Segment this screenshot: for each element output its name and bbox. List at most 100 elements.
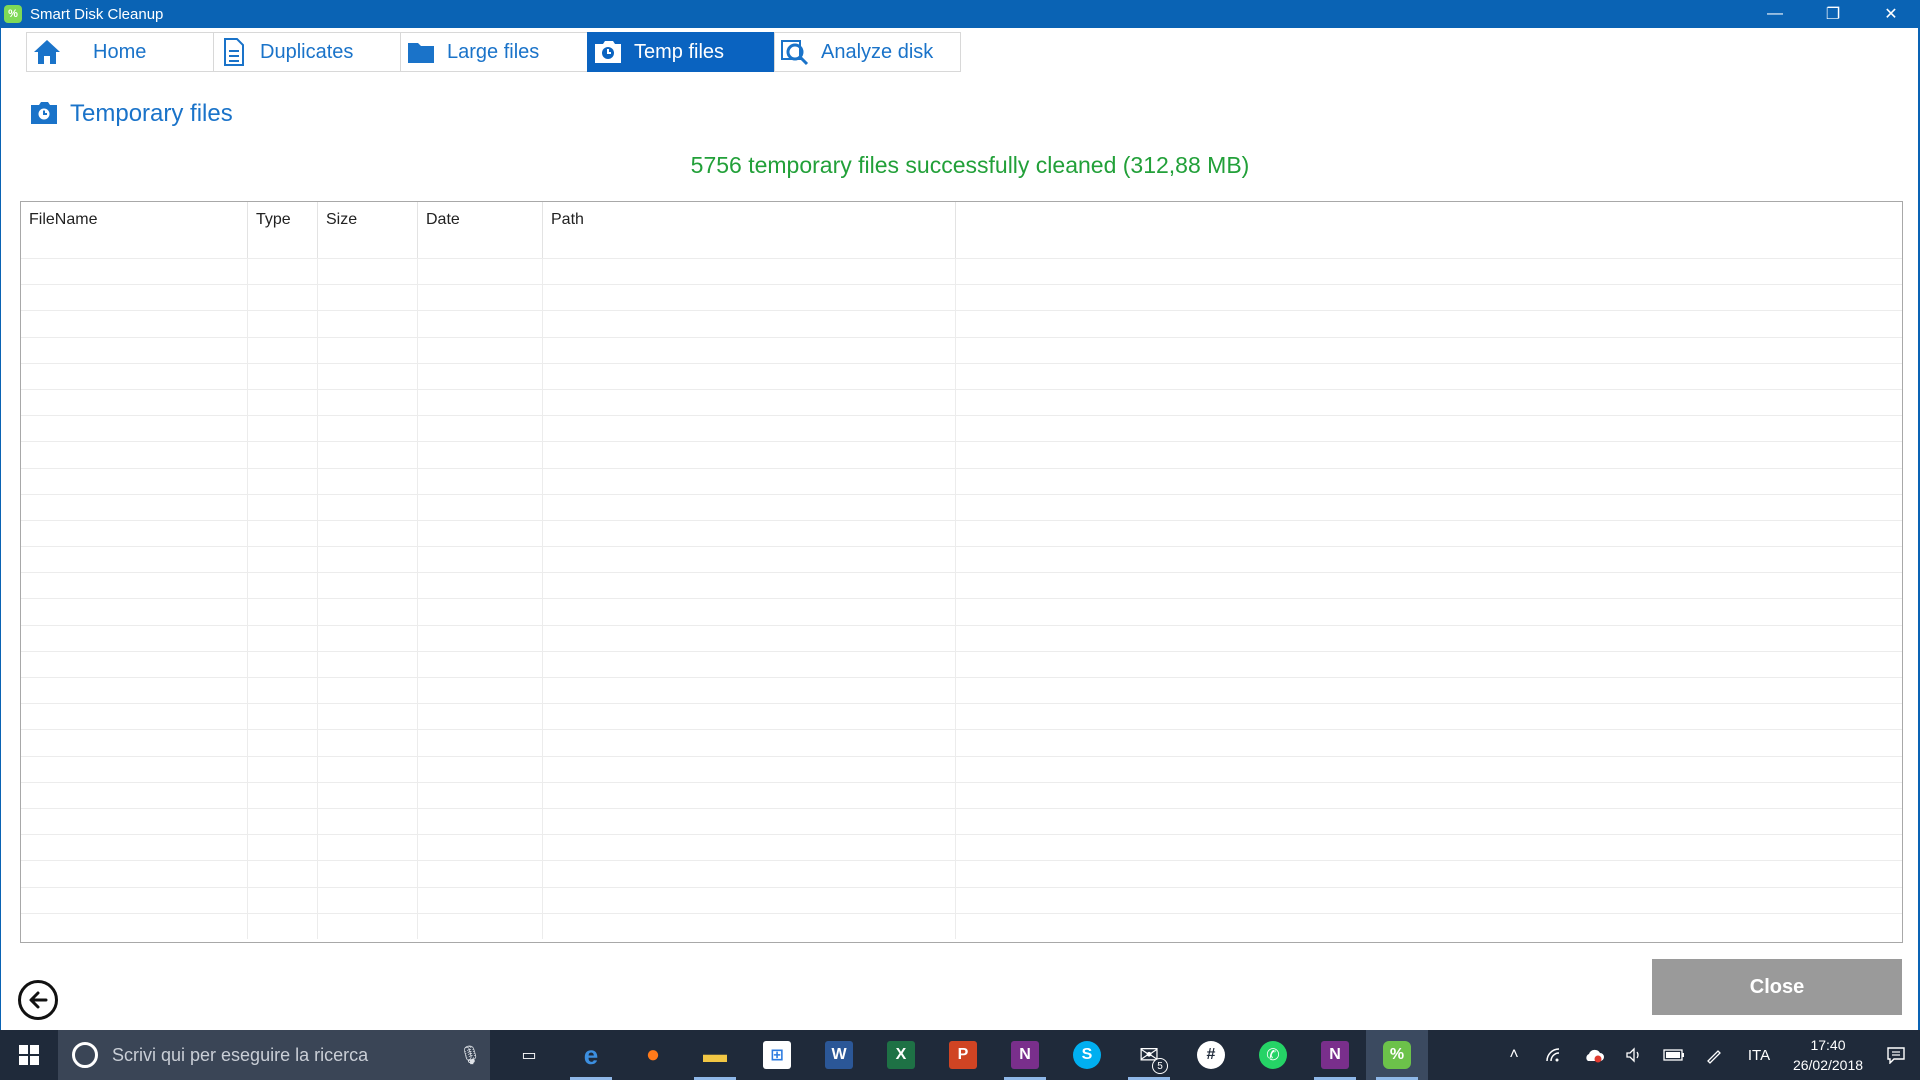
task-view-icon: ▭ <box>521 1047 537 1064</box>
app-icon: % <box>4 5 22 23</box>
table-cell <box>543 599 956 625</box>
table-cell <box>248 704 318 730</box>
smart-disk-cleanup-icon: % <box>1383 1041 1411 1069</box>
taskbar-app-firefox[interactable]: ● <box>622 1030 684 1080</box>
column-header-filename[interactable]: FileName <box>21 202 248 258</box>
table-cell <box>318 547 418 573</box>
table-cell <box>21 704 248 730</box>
table-cell <box>418 416 543 442</box>
table-cell <box>318 756 418 782</box>
table-cell <box>956 783 1902 808</box>
taskbar-app-powerpoint[interactable]: P <box>932 1030 994 1080</box>
show-hidden-icons-chevron-icon[interactable]: ˄ <box>1494 1030 1534 1080</box>
table-cell <box>543 808 956 835</box>
table-cell <box>248 651 318 677</box>
volume-icon[interactable] <box>1614 1030 1654 1080</box>
slack-icon: # <box>1197 1041 1225 1069</box>
tab-home[interactable]: Home <box>26 32 213 72</box>
table-cell <box>248 416 318 442</box>
table-cell <box>543 625 956 651</box>
cloud-sync-icon[interactable] <box>1574 1030 1614 1080</box>
table-cell <box>21 337 248 363</box>
task-view-button[interactable]: ▭ <box>498 1030 560 1080</box>
table-row <box>21 886 1902 913</box>
microphone-icon[interactable]: 🎙 <box>450 1045 490 1066</box>
taskbar-app-skype[interactable]: S <box>1056 1030 1118 1080</box>
taskbar-app-whatsapp[interactable]: ✆ <box>1242 1030 1304 1080</box>
tab-temp-files[interactable]: Temp files <box>587 32 774 72</box>
back-button[interactable] <box>18 980 58 1020</box>
table-cell <box>543 547 956 573</box>
table-cell <box>318 416 418 442</box>
taskbar-app-mail[interactable]: ✉ 5 <box>1118 1030 1180 1080</box>
wifi-icon[interactable] <box>1534 1030 1574 1080</box>
column-header-size[interactable]: Size <box>318 202 418 258</box>
column-header-type[interactable]: Type <box>248 202 318 258</box>
action-center-button[interactable] <box>1872 1030 1920 1080</box>
table-cell <box>318 389 418 416</box>
table-body <box>21 258 1902 939</box>
table-cell <box>418 599 543 625</box>
table-cell <box>248 311 318 337</box>
table-cell <box>956 704 1902 729</box>
store-icon: ⊞ <box>763 1041 791 1069</box>
battery-icon[interactable] <box>1654 1030 1694 1080</box>
column-header-date[interactable]: Date <box>418 202 543 258</box>
table-cell <box>543 835 956 861</box>
pen-icon[interactable] <box>1694 1030 1734 1080</box>
table-cell <box>248 468 318 494</box>
table-cell <box>418 337 543 363</box>
table-row <box>21 441 1902 468</box>
table-cell <box>248 363 318 389</box>
taskbar-app-excel[interactable]: X <box>870 1030 932 1080</box>
table-cell <box>418 835 543 861</box>
table-cell <box>418 651 543 677</box>
taskbar-app-edge[interactable]: e <box>560 1030 622 1080</box>
onenote-icon: N <box>1011 1041 1039 1069</box>
restore-button[interactable]: ❐ <box>1804 0 1862 28</box>
column-header-path[interactable]: Path <box>543 202 956 258</box>
table-cell <box>21 442 248 468</box>
table-cell <box>418 468 543 494</box>
table-row <box>21 781 1902 808</box>
table-cell <box>318 913 418 939</box>
notification-icon <box>1887 1047 1905 1064</box>
table-cell <box>21 808 248 835</box>
table-cell <box>956 311 1902 336</box>
input-language[interactable]: ITA <box>1734 1047 1784 1064</box>
table-cell <box>418 494 543 520</box>
table-cell <box>543 573 956 599</box>
minimize-button[interactable]: — <box>1746 0 1804 28</box>
tab-label: Temp files <box>634 40 725 63</box>
table-cell <box>318 808 418 835</box>
table-cell <box>543 259 956 285</box>
taskbar-app-slack[interactable]: # <box>1180 1030 1242 1080</box>
taskbar: Scrivi qui per eseguire la ricerca 🎙 ▭ e… <box>0 1030 1920 1080</box>
table-cell <box>543 442 956 468</box>
table-cell <box>543 756 956 782</box>
close-window-button[interactable]: ✕ <box>1862 0 1920 28</box>
table-cell <box>248 861 318 887</box>
table-cell <box>21 494 248 520</box>
close-button[interactable]: Close <box>1652 959 1902 1015</box>
taskbar-app-word[interactable]: W <box>808 1030 870 1080</box>
table-cell <box>418 520 543 547</box>
table-cell <box>318 887 418 913</box>
taskbar-app-onenote[interactable]: N <box>994 1030 1056 1080</box>
taskbar-app-store[interactable]: ⊞ <box>746 1030 808 1080</box>
table-row <box>21 493 1902 520</box>
tab-analyze-disk[interactable]: Analyze disk <box>774 32 961 72</box>
tab-duplicates[interactable]: Duplicates <box>213 32 400 72</box>
skype-icon: S <box>1073 1041 1101 1069</box>
taskbar-app-onenote-2016[interactable]: N <box>1304 1030 1366 1080</box>
taskbar-app-smart-disk-cleanup[interactable]: % <box>1366 1030 1428 1080</box>
table-cell <box>318 678 418 704</box>
table-cell <box>318 520 418 547</box>
start-button[interactable] <box>0 1030 58 1080</box>
taskbar-search-box[interactable]: Scrivi qui per eseguire la ricerca 🎙 <box>58 1030 490 1080</box>
tab-large-files[interactable]: Large files <box>400 32 587 72</box>
table-cell <box>418 625 543 651</box>
taskbar-app-file-explorer[interactable]: ▬ <box>684 1030 746 1080</box>
tab-label: Duplicates <box>260 40 354 63</box>
clock[interactable]: 17:40 26/02/2018 <box>1784 1035 1872 1075</box>
